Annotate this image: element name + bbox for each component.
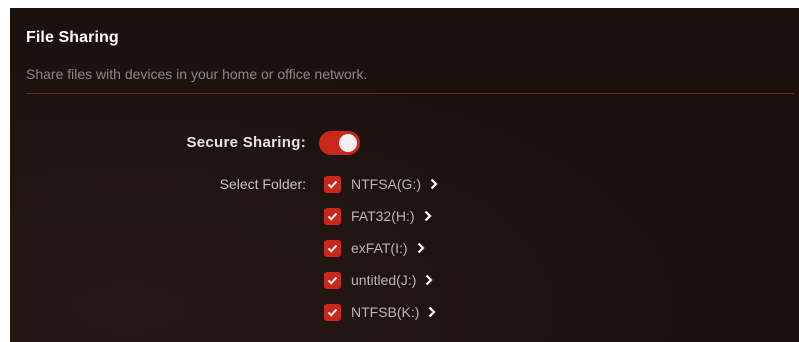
chevron-right-icon[interactable] (417, 242, 425, 254)
chevron-right-icon[interactable] (424, 210, 432, 222)
folder-checkbox[interactable] (324, 207, 341, 225)
check-icon (327, 308, 338, 317)
divider (26, 93, 794, 94)
chevron-right-icon[interactable] (428, 306, 437, 318)
check-icon (327, 180, 338, 189)
secure-sharing-label: Secure Sharing: (186, 134, 306, 151)
folder-checkbox[interactable] (324, 303, 341, 321)
chevron-right-icon[interactable] (425, 274, 433, 286)
folder-item-untitled[interactable]: untitled(J:) (324, 269, 433, 291)
folder-checkbox[interactable] (324, 175, 341, 193)
panel-description: Share files with devices in your home or… (26, 66, 368, 82)
folder-name: untitled(J:) (351, 272, 417, 288)
select-folder-label: Select Folder: (219, 176, 306, 192)
panel-title: File Sharing (26, 29, 119, 46)
folder-checkbox[interactable] (324, 239, 341, 257)
check-icon (327, 244, 338, 253)
folder-name: FAT32(H:) (351, 208, 415, 224)
folder-item-fat32[interactable]: FAT32(H:) (324, 205, 432, 227)
check-icon (327, 212, 338, 221)
folder-item-ntfsa[interactable]: NTFSA(G:) (324, 173, 438, 195)
chevron-right-icon[interactable] (430, 178, 438, 190)
folder-item-ntfsb[interactable]: NTFSB(K:) (324, 301, 437, 323)
toggle-knob (339, 134, 357, 152)
folder-name: NTFSA(G:) (351, 176, 421, 192)
folder-name: NTFSB(K:) (351, 304, 420, 320)
check-icon (327, 276, 338, 285)
secure-sharing-toggle[interactable] (319, 131, 360, 155)
folder-checkbox[interactable] (324, 271, 341, 289)
folder-name: exFAT(I:) (351, 240, 408, 256)
folder-item-exfat[interactable]: exFAT(I:) (324, 237, 425, 259)
file-sharing-panel: File Sharing Share files with devices in… (10, 8, 799, 342)
